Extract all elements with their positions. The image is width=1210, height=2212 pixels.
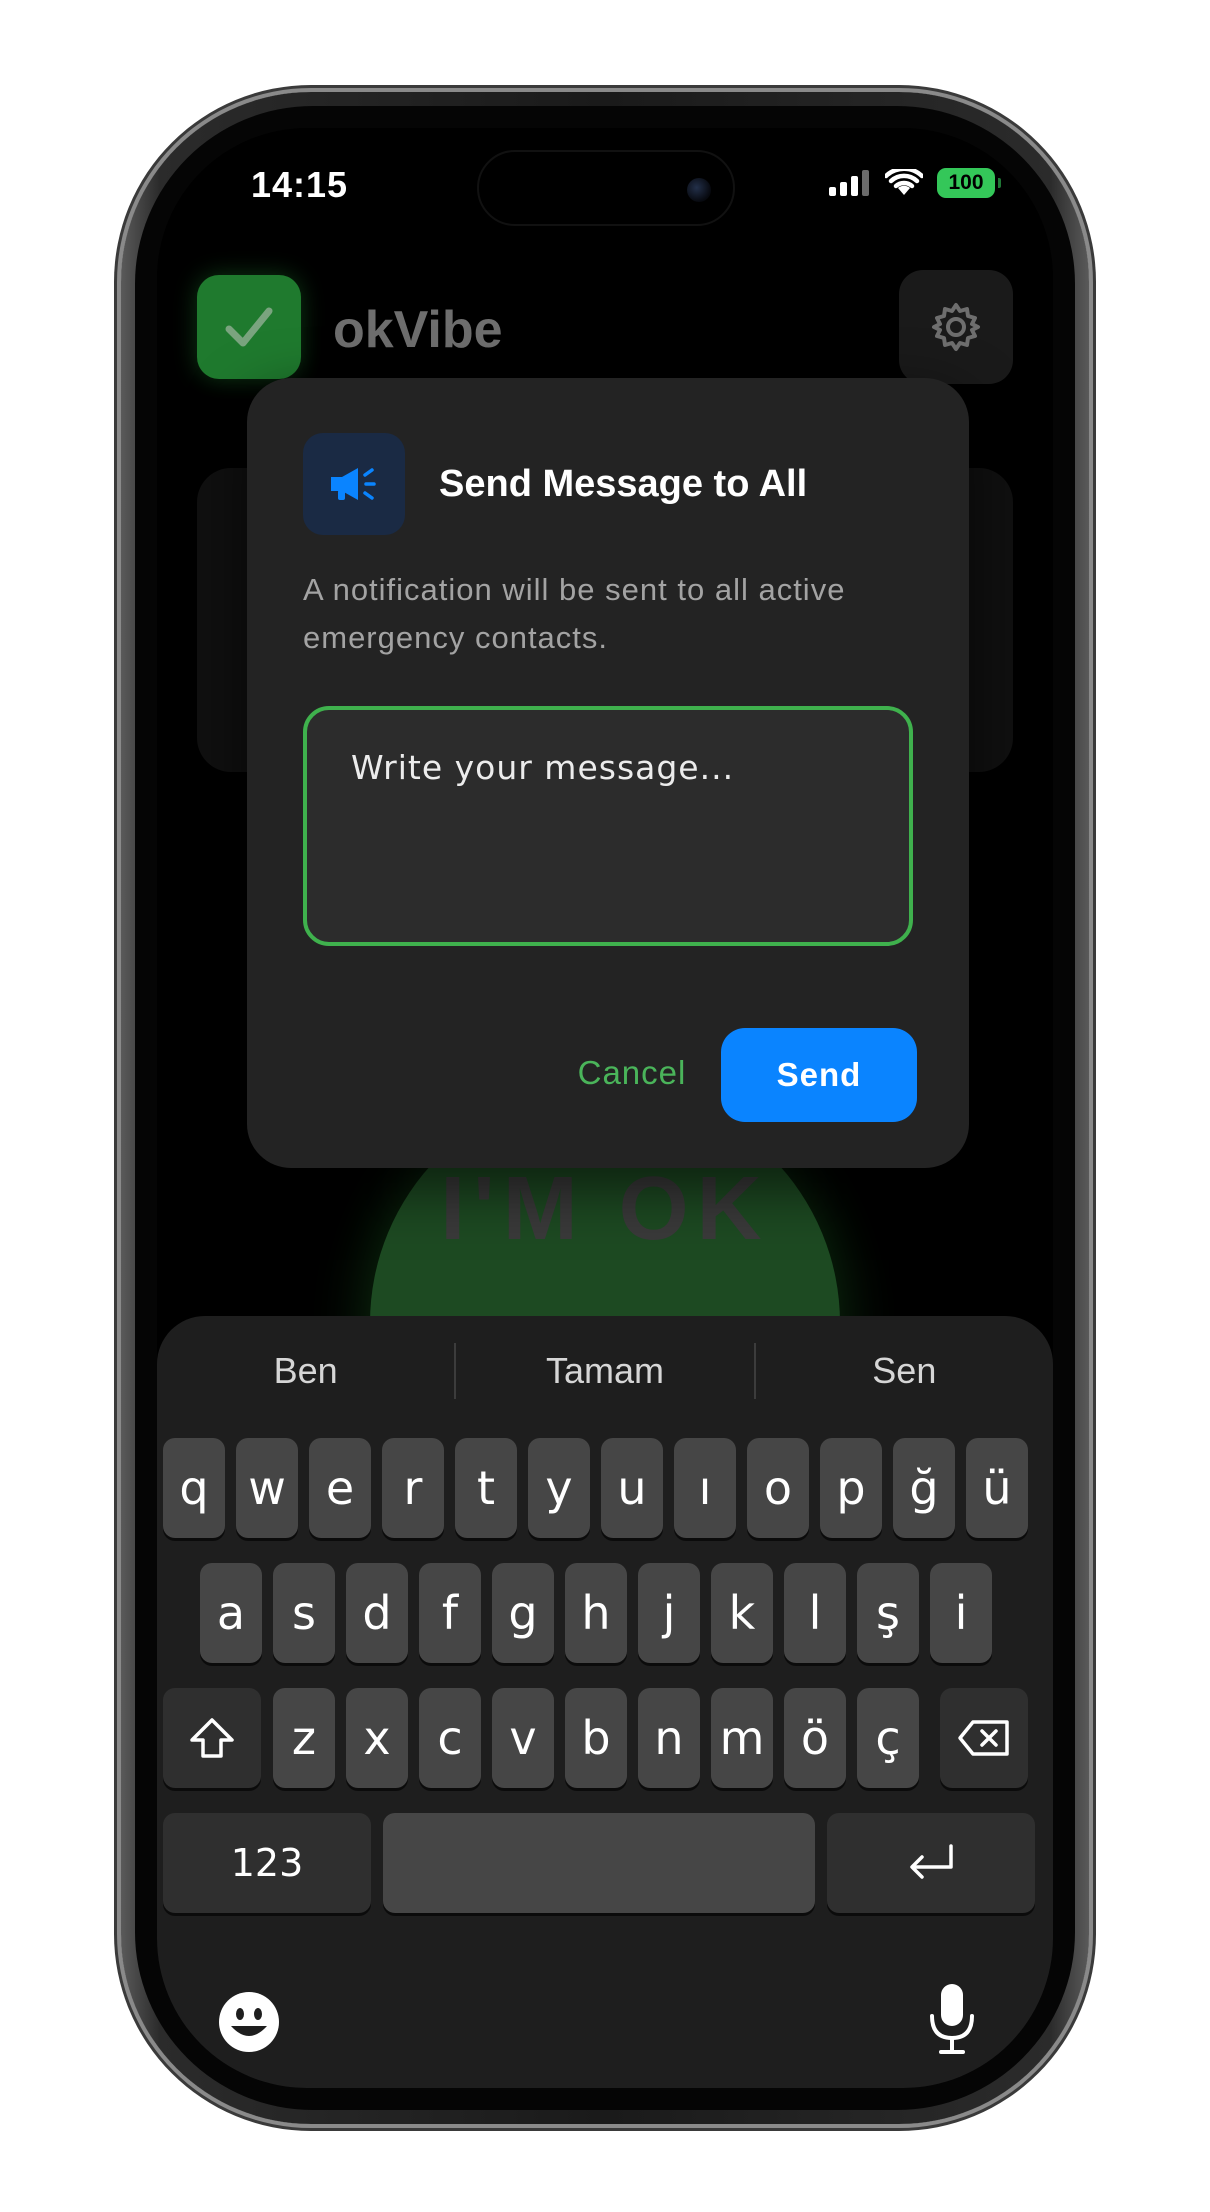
key-row-3: z x c v b n m ö ç [157, 1688, 1053, 1788]
key[interactable]: b [565, 1688, 627, 1788]
key[interactable]: t [455, 1438, 517, 1538]
dialog-description: A notification will be sent to all activ… [303, 572, 846, 655]
emoji-icon [219, 1992, 279, 2052]
camera-icon [687, 178, 711, 202]
key[interactable]: w [236, 1438, 298, 1538]
battery-indicator: 100 [937, 168, 1001, 198]
key[interactable]: ü [966, 1438, 1028, 1538]
key[interactable]: s [273, 1563, 335, 1663]
key[interactable]: ğ [893, 1438, 955, 1538]
key[interactable]: ı [674, 1438, 736, 1538]
suggestion-bar: Ben Tamam Sen [157, 1316, 1053, 1426]
keyboard: Ben Tamam Sen q w e r t y u ı o p ğ ü a … [157, 1316, 1053, 2088]
backspace-icon [958, 1720, 1009, 1756]
status-time: 14:15 [251, 164, 349, 205]
key[interactable]: k [711, 1563, 773, 1663]
delete-key[interactable] [940, 1688, 1028, 1788]
key-row-1: q w e r t y u ı o p ğ ü [157, 1438, 1053, 1538]
space-key[interactable] [383, 1813, 815, 1913]
suggestion-item[interactable]: Tamam [456, 1350, 753, 1392]
key[interactable]: j [638, 1563, 700, 1663]
key[interactable]: i [930, 1563, 992, 1663]
key[interactable]: r [382, 1438, 444, 1538]
checkmark-icon [225, 307, 273, 347]
key[interactable]: d [346, 1563, 408, 1663]
gear-icon [932, 303, 980, 351]
key[interactable]: a [200, 1563, 262, 1663]
microphone-icon [930, 1984, 974, 2054]
cellular-signal-icon [829, 170, 869, 196]
key[interactable]: h [565, 1563, 627, 1663]
emoji-button[interactable] [217, 1990, 281, 2054]
suggestion-item[interactable]: Sen [756, 1350, 1053, 1392]
wifi-icon [885, 169, 923, 195]
key[interactable]: n [638, 1688, 700, 1788]
return-key[interactable] [827, 1813, 1035, 1913]
key[interactable]: c [419, 1688, 481, 1788]
key[interactable]: m [711, 1688, 773, 1788]
cancel-button[interactable]: Cancel [547, 1038, 717, 1108]
return-icon [910, 1844, 953, 1879]
key[interactable]: y [528, 1438, 590, 1538]
key[interactable]: e [309, 1438, 371, 1538]
send-message-dialog: Send Message to All A notification will … [247, 378, 969, 1168]
numbers-key[interactable]: 123 [163, 1813, 371, 1913]
key[interactable]: l [784, 1563, 846, 1663]
key[interactable]: ç [857, 1688, 919, 1788]
megaphone-icon [331, 468, 376, 500]
send-button[interactable]: Send [721, 1028, 917, 1122]
dialog-icon-container [303, 433, 405, 535]
dynamic-island [477, 150, 735, 226]
key[interactable]: q [163, 1438, 225, 1538]
key[interactable]: x [346, 1688, 408, 1788]
microphone-button[interactable] [927, 1982, 977, 2056]
message-input[interactable] [303, 706, 913, 946]
key-row-2: a s d f g h j k l ş i [157, 1563, 1053, 1663]
key[interactable]: ö [784, 1688, 846, 1788]
key[interactable]: p [820, 1438, 882, 1538]
im-ok-label: I'M OK [440, 1159, 770, 1259]
settings-button[interactable] [899, 270, 1013, 384]
app-title: okVibe [333, 301, 503, 359]
key[interactable]: g [492, 1563, 554, 1663]
key[interactable]: v [492, 1688, 554, 1788]
key[interactable]: ş [857, 1563, 919, 1663]
shift-icon [190, 1718, 234, 1758]
key[interactable]: f [419, 1563, 481, 1663]
app-logo [197, 275, 301, 379]
suggestion-item[interactable]: Ben [157, 1350, 454, 1392]
keyboard-bottom-bar [157, 1948, 1053, 2088]
shift-key[interactable] [163, 1688, 261, 1788]
key[interactable]: o [747, 1438, 809, 1538]
key[interactable]: u [601, 1438, 663, 1538]
dialog-title: Send Message to All [439, 463, 808, 505]
key-row-4: 123 [157, 1813, 1053, 1913]
phone-screen: 14:15 100 okVibe I'M OK Send Message to … [157, 128, 1053, 2088]
key[interactable]: z [273, 1688, 335, 1788]
status-indicators: 100 [829, 168, 1001, 198]
